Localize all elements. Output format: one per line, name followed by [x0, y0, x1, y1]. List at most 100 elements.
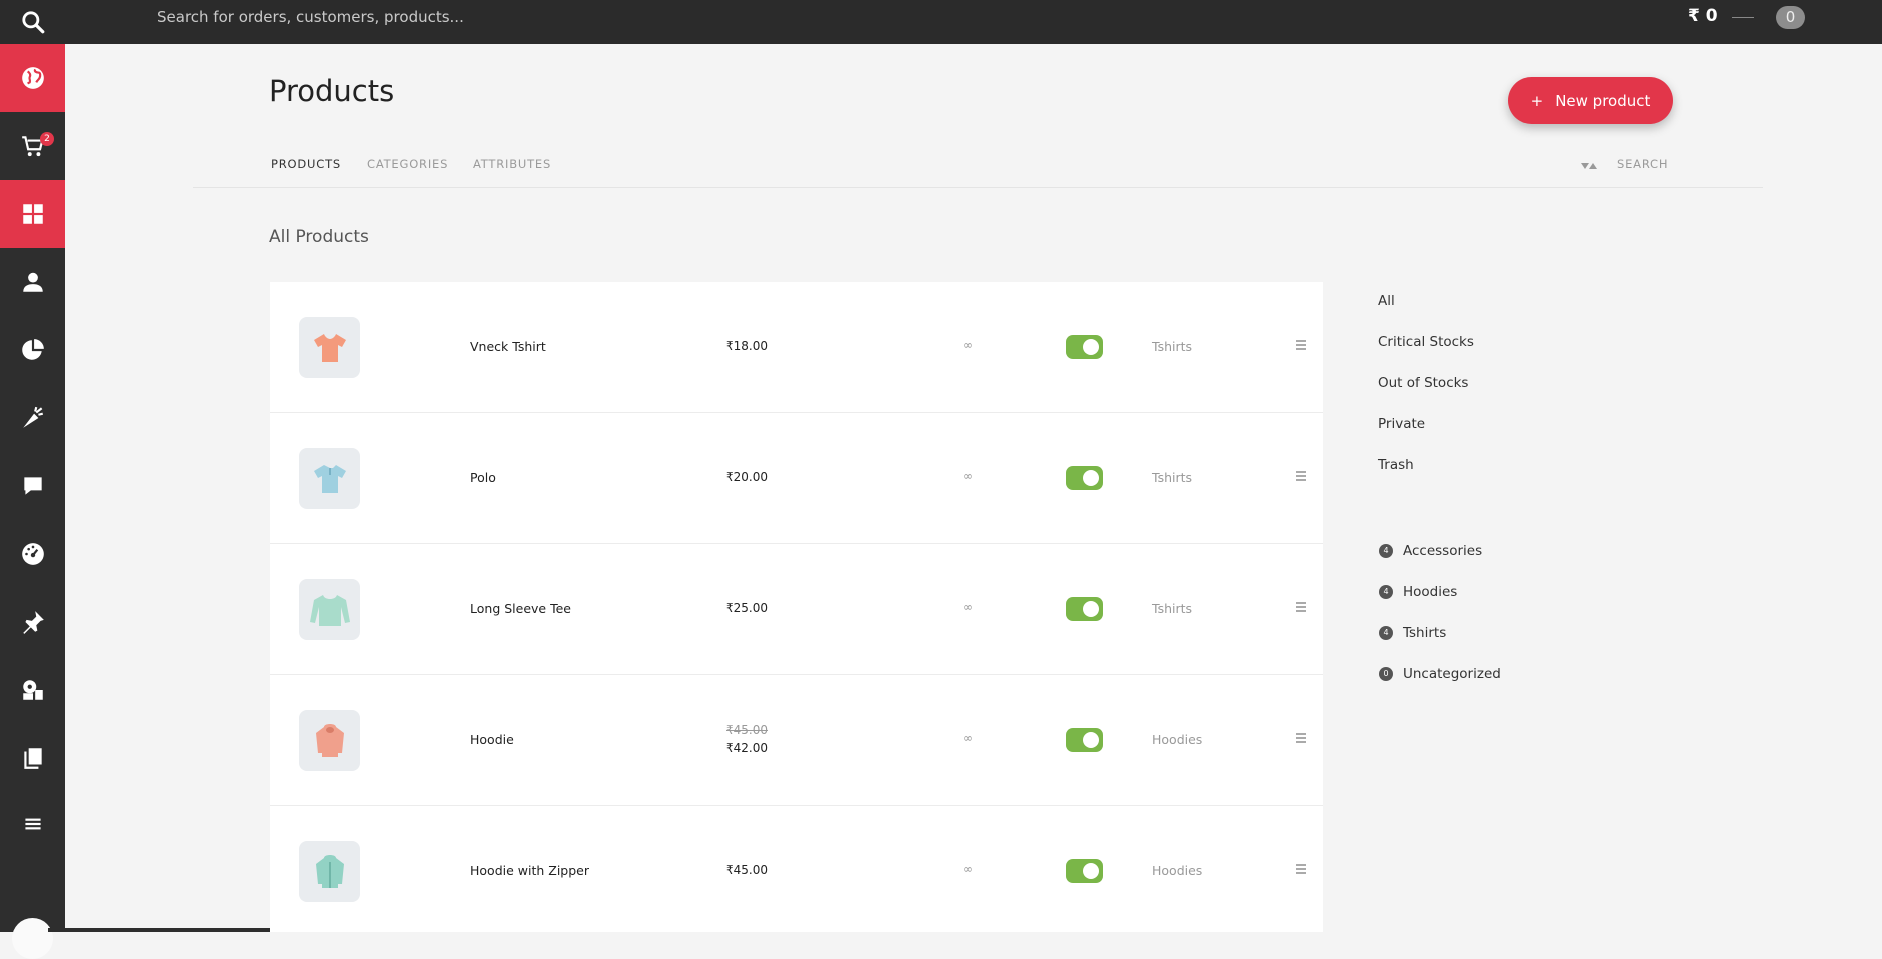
filter-critical-stocks[interactable]: Critical Stocks [1378, 334, 1474, 350]
category-filter-tshirts[interactable]: 4 Tshirts [1379, 625, 1446, 641]
product-search[interactable]: SEARCH [1617, 157, 1668, 171]
divider [193, 187, 1763, 188]
product-stock: ∞ [963, 469, 973, 483]
sidebar-item-marketing[interactable] [0, 384, 65, 452]
sidebar-item-posts[interactable] [0, 588, 65, 656]
comment-icon [23, 477, 42, 495]
sidebar-item-menu[interactable] [0, 790, 65, 858]
carrot-icon [22, 406, 43, 428]
pie-chart-icon [21, 339, 44, 360]
zip-hoodie-icon [315, 854, 344, 888]
pin-icon [22, 611, 44, 634]
long-sleeve-icon [309, 594, 350, 626]
product-status-toggle[interactable] [1066, 859, 1103, 883]
sort-icon[interactable] [1580, 157, 1598, 176]
drag-handle-icon[interactable] [1296, 864, 1306, 876]
sidebar-item-analytics[interactable] [0, 520, 65, 588]
new-product-label: New product [1555, 91, 1651, 110]
sidebar-item-comments[interactable] [0, 452, 65, 520]
category-label: Hoodies [1403, 584, 1458, 600]
cart-count-badge: 2 [40, 132, 54, 146]
dashboard-grid-icon [22, 204, 43, 224]
divider [1732, 17, 1754, 18]
category-count-badge: 4 [1379, 544, 1393, 558]
avatar[interactable] [12, 918, 53, 959]
table-row[interactable]: Hoodie with Zipper ₹45.00 ∞ Hoodies [270, 806, 1323, 932]
notification-bubble[interactable]: 0 [1776, 6, 1805, 29]
filter-out-of-stocks[interactable]: Out of Stocks [1378, 375, 1468, 391]
product-category: Tshirts [1152, 601, 1193, 616]
sidebar-item-reports[interactable] [0, 316, 65, 384]
product-thumbnail[interactable] [299, 579, 360, 640]
product-list: Vneck Tshirt ₹18.00 ∞ Tshirts Polo ₹20.0… [270, 282, 1323, 932]
product-name[interactable]: Vneck Tshirt [470, 339, 546, 354]
table-row[interactable]: Polo ₹20.00 ∞ Tshirts [270, 413, 1323, 544]
globe-icon [21, 67, 44, 89]
balance-display[interactable]: ₹ 0 [1688, 6, 1718, 26]
category-count-badge: 4 [1379, 585, 1393, 599]
category-label: Accessories [1403, 543, 1483, 559]
product-category: Tshirts [1152, 470, 1193, 485]
sidebar-item-settings[interactable] [0, 656, 65, 724]
sidebar-item-products[interactable] [0, 180, 65, 248]
product-category: Hoodies [1152, 863, 1203, 878]
product-regular-price: ₹45.00 [726, 723, 768, 737]
product-thumbnail[interactable] [299, 710, 360, 771]
filter-private[interactable]: Private [1378, 416, 1425, 432]
product-category: Tshirts [1152, 339, 1193, 354]
product-name[interactable]: Long Sleeve Tee [470, 601, 571, 616]
table-row[interactable]: Hoodie ₹45.00 ₹42.00 ∞ Hoodies [270, 675, 1323, 806]
product-status-toggle[interactable] [1066, 466, 1103, 490]
sidebar-item-customers[interactable] [0, 248, 65, 316]
product-price: ₹45.00 [726, 863, 768, 877]
copy-icon [23, 748, 42, 769]
filter-all[interactable]: All [1378, 293, 1395, 309]
table-row[interactable]: Long Sleeve Tee ₹25.00 ∞ Tshirts [270, 544, 1323, 675]
product-stock: ∞ [963, 731, 973, 745]
user-icon [22, 272, 43, 292]
product-stock: ∞ [963, 600, 973, 614]
category-label: Uncategorized [1403, 666, 1501, 682]
menu-icon [24, 818, 41, 830]
drag-handle-icon[interactable] [1296, 602, 1306, 614]
drag-handle-icon[interactable] [1296, 471, 1306, 483]
page-title: Products [269, 74, 395, 108]
product-thumbnail[interactable] [299, 448, 360, 509]
product-name[interactable]: Hoodie [470, 732, 514, 747]
product-name[interactable]: Hoodie with Zipper [470, 863, 589, 878]
category-filter-accessories[interactable]: 4 Accessories [1379, 543, 1482, 559]
polo-shirt-icon [313, 464, 346, 493]
tshirt-icon [313, 333, 346, 362]
table-row[interactable]: Vneck Tshirt ₹18.00 ∞ Tshirts [270, 282, 1323, 413]
product-status-toggle[interactable] [1066, 728, 1103, 752]
product-category: Hoodies [1152, 732, 1203, 747]
category-filter-uncategorized[interactable]: 0 Uncategorized [1379, 666, 1501, 682]
product-status-toggle[interactable] [1066, 335, 1103, 359]
tab-products[interactable]: PRODUCTS [271, 157, 341, 171]
product-price: ₹25.00 [726, 601, 768, 615]
product-thumbnail[interactable] [299, 317, 360, 378]
tab-attributes[interactable]: ATTRIBUTES [473, 157, 551, 171]
sidebar-item-site[interactable] [0, 44, 65, 112]
sidebar-item-pages[interactable] [0, 724, 65, 792]
sidebar-item-orders[interactable]: 2 [0, 112, 65, 180]
product-thumbnail[interactable] [299, 841, 360, 902]
category-label: Tshirts [1403, 625, 1447, 641]
settings-icon [22, 680, 43, 700]
global-search-input[interactable]: Search for orders, customers, products..… [157, 0, 464, 35]
filter-trash[interactable]: Trash [1378, 457, 1414, 473]
top-bar: Search for orders, customers, products..… [0, 0, 1882, 44]
tab-categories[interactable]: CATEGORIES [367, 157, 448, 171]
drag-handle-icon[interactable] [1296, 340, 1306, 352]
product-status-toggle[interactable] [1066, 597, 1103, 621]
search-icon [21, 11, 44, 34]
product-price: ₹20.00 [726, 470, 768, 484]
category-filter-hoodies[interactable]: 4 Hoodies [1379, 584, 1457, 600]
sidebar: 2 [0, 44, 65, 959]
product-name[interactable]: Polo [470, 470, 496, 485]
drag-handle-icon[interactable] [1296, 733, 1306, 745]
new-product-button[interactable]: + New product [1508, 77, 1673, 124]
category-count-badge: 0 [1379, 667, 1393, 681]
search-button[interactable] [0, 0, 65, 44]
section-title: All Products [269, 227, 369, 247]
